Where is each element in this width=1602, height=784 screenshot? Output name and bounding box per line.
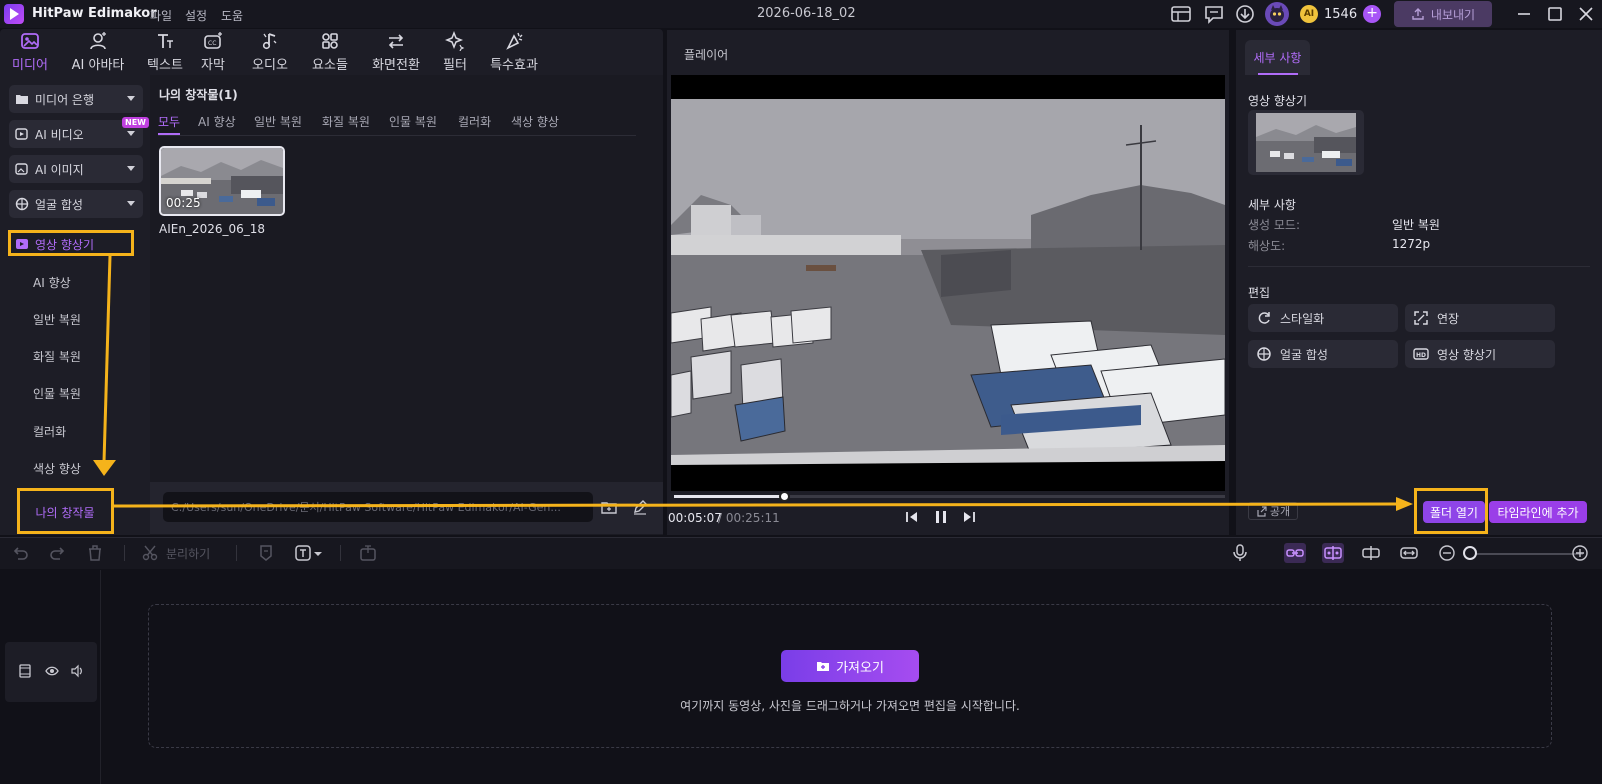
annotation-arrows [93,255,1413,511]
